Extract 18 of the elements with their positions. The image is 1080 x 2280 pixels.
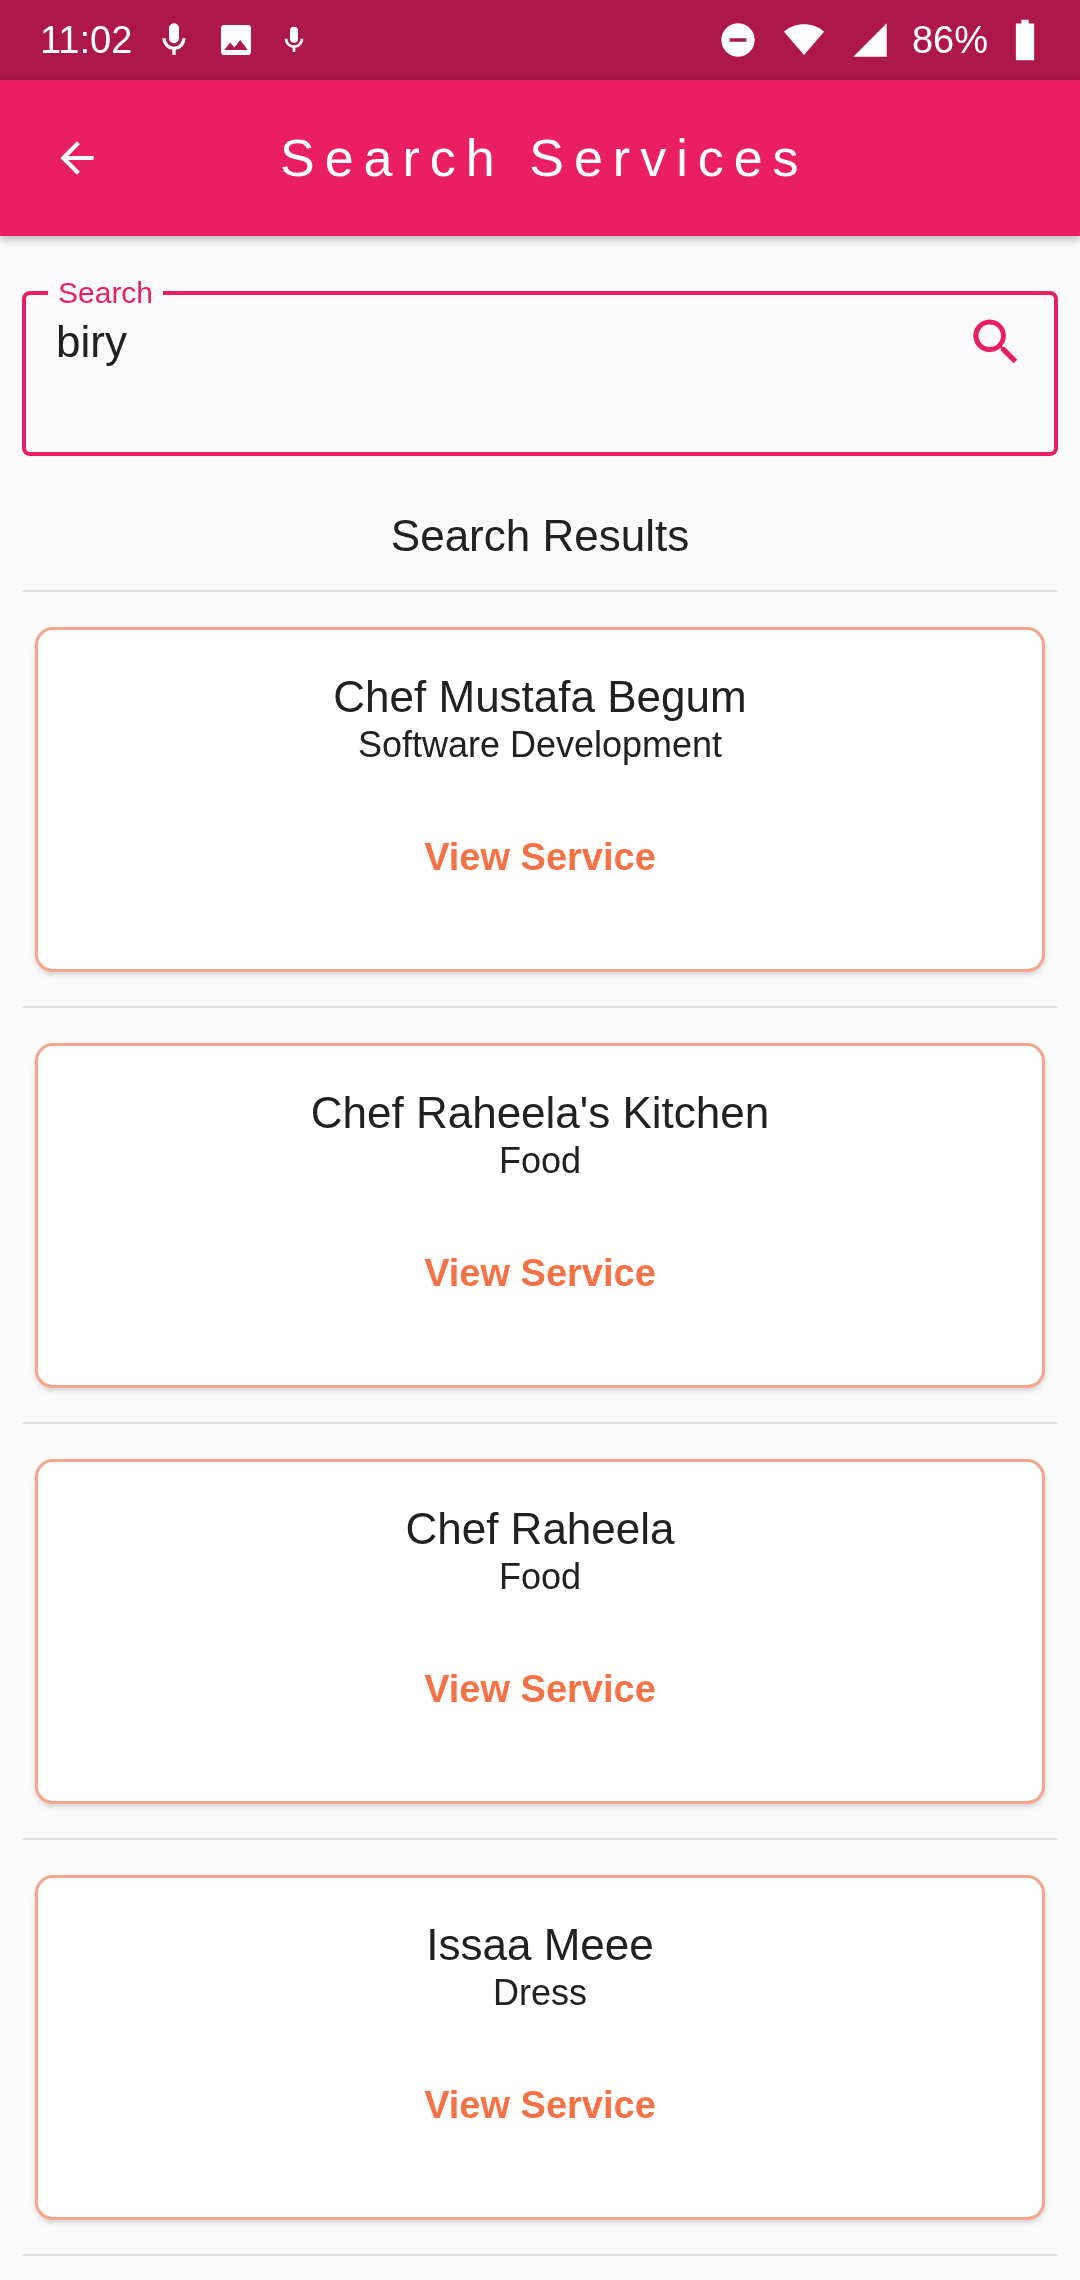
results-heading: Search Results <box>390 510 690 562</box>
battery-percentage: 86% <box>911 18 988 62</box>
service-category: Software Development <box>357 723 723 766</box>
view-service-button[interactable]: View Service <box>408 828 672 887</box>
service-category: Dress <box>493 1971 587 2014</box>
screen-title: Search Services <box>280 128 809 188</box>
service-name: Chef Raheela <box>405 1503 675 1555</box>
service-category: Food <box>498 1139 582 1182</box>
search-input[interactable]: biry <box>56 317 966 367</box>
view-service-button[interactable]: View Service <box>408 1244 672 1303</box>
service-name: Chef Mustafa Begum <box>333 671 747 723</box>
search-label: Search <box>57 275 155 311</box>
service-category: Food <box>498 1555 582 1598</box>
service-name: Issaa Meee <box>426 1919 654 1971</box>
view-service-button[interactable]: View Service <box>408 1660 672 1719</box>
view-service-button[interactable]: View Service <box>408 2076 672 2135</box>
service-name: Chef Raheela's Kitchen <box>310 1087 770 1139</box>
status-time: 11:02 <box>40 18 133 62</box>
